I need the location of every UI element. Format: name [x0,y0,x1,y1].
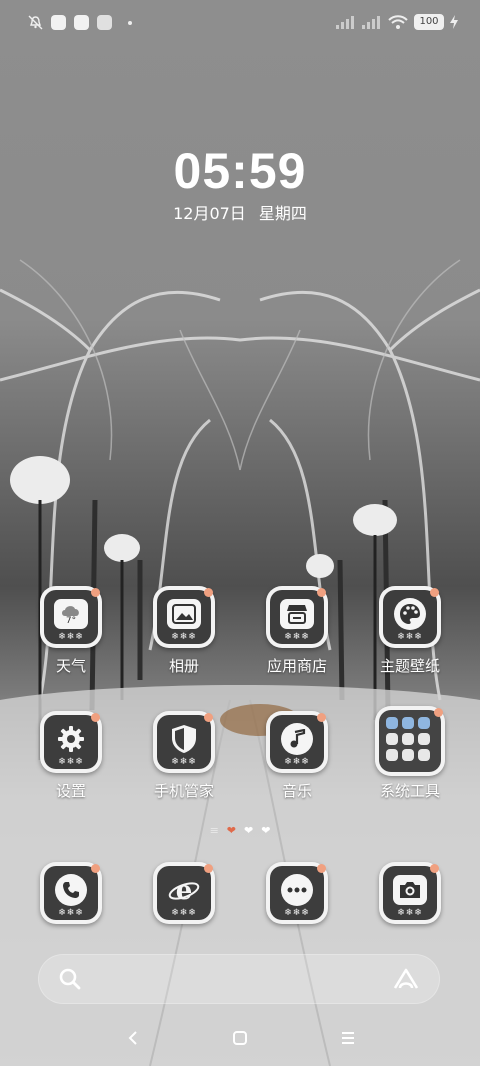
back-button[interactable] [121,1026,145,1050]
app-label: 系统工具 [379,782,440,800]
assistant-icon[interactable] [392,967,420,991]
phone-icon: ❄❄❄ [40,862,102,924]
browser-icon: e ❄❄❄ [153,862,215,924]
page-indicator-menu-icon: ≡ [209,824,219,837]
dock-phone[interactable]: ❄❄❄ [16,862,126,924]
svg-text:e: e [176,876,193,906]
status-left [28,15,132,30]
more-notifications-dot [128,20,132,25]
back-icon [128,1031,137,1045]
dock-camera[interactable]: ❄❄❄ [355,862,465,924]
app-label: 设置 [55,782,86,800]
date-text: 12月07日 [173,204,246,223]
search-bar[interactable] [38,954,440,1004]
camera-icon: ❄❄❄ [379,862,441,924]
app-label: 应用商店 [266,657,327,675]
home-button[interactable] [228,1026,252,1050]
messages-icon: ❄❄❄ [266,862,328,924]
notification-app-icon [51,15,66,30]
app-settings[interactable]: ❄❄❄ 设置 [16,711,126,801]
clock-time[interactable]: 05:59 [0,142,480,200]
palette-icon: ❄❄❄ [379,586,441,648]
weekday-text: 星期四 [258,204,307,223]
recents-button[interactable] [336,1026,360,1050]
app-label: 音乐 [281,782,312,800]
dock-browser[interactable]: e ❄❄❄ [129,862,239,924]
status-right: 100 [336,14,458,30]
notification-app-icon [97,15,112,30]
folder-system-tools[interactable]: 系统工具 [355,706,465,801]
search-icon [59,968,81,990]
weather-icon: 7° ❄❄❄ [40,586,102,648]
app-store[interactable]: ❄❄❄ 应用商店 [242,586,352,676]
navigation-bar [0,1026,480,1050]
app-label: 天气 [55,657,86,675]
notification-app-icon [74,15,89,30]
status-bar: 100 [0,12,480,38]
folder-icon [375,706,445,776]
store-icon: ❄❄❄ [266,586,328,648]
page-indicator[interactable]: ≡ ❤ ❤ ❤ [0,824,480,837]
app-themes[interactable]: ❄❄❄ 主题壁纸 [355,586,465,676]
app-security[interactable]: ❄❄❄ 手机管家 [129,711,239,801]
signal-icon [362,16,380,29]
charging-icon [450,15,458,29]
home-icon [233,1031,247,1045]
music-icon: ❄❄❄ [266,711,328,773]
gallery-icon: ❄❄❄ [153,586,215,648]
signal-icon [336,16,354,29]
menu-icon [342,1032,354,1044]
clock-date[interactable]: 12月07日 星期四 [0,200,480,224]
page-dot-active-icon: ❤ [226,824,236,837]
app-label: 相册 [168,657,199,675]
app-gallery[interactable]: ❄❄❄ 相册 [129,586,239,676]
app-label: 手机管家 [153,782,214,800]
page-dot-icon: ❤ [261,824,271,837]
weather-temp: 7° [65,615,77,626]
app-label: 主题壁纸 [379,657,440,675]
app-weather[interactable]: 7° ❄❄❄ 天气 [16,586,126,676]
shield-icon: ❄❄❄ [153,711,215,773]
app-music[interactable]: ❄❄❄ 音乐 [242,711,352,801]
gear-icon: ❄❄❄ [40,711,102,773]
dock-messages[interactable]: ❄❄❄ [242,862,352,924]
wifi-icon [388,14,408,29]
battery-indicator: 100 [414,14,444,30]
bell-off-icon [28,15,43,30]
page-dot-icon: ❤ [244,824,254,837]
